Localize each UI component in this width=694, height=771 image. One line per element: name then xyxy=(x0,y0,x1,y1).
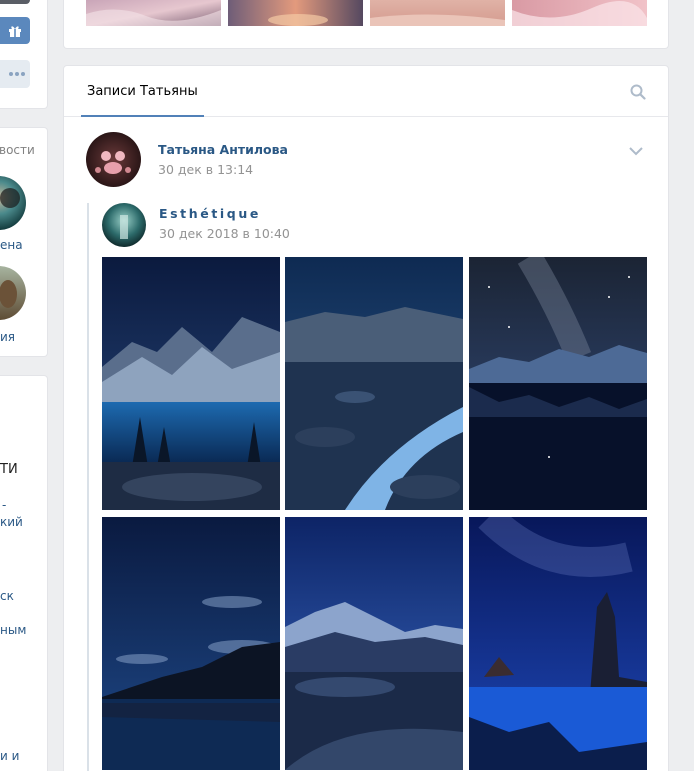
repost-indicator-line xyxy=(87,203,89,771)
more-actions-button[interactable] xyxy=(0,60,30,88)
groups-heading[interactable]: ТИ xyxy=(0,462,18,477)
strip-photo-2[interactable] xyxy=(228,0,363,26)
friend-1-name[interactable]: ена xyxy=(0,238,23,252)
strip-photo-1[interactable] xyxy=(86,0,221,26)
friend-2-name[interactable]: ия xyxy=(0,330,15,344)
group-1-line-1[interactable]: - xyxy=(2,498,6,512)
profile-edit-button[interactable] xyxy=(0,0,30,4)
gift-icon xyxy=(9,25,21,37)
search-icon[interactable] xyxy=(630,84,646,100)
sidebar-groups-card: ТИ - кий ск ным и и xyxy=(0,375,48,771)
post-photo-5[interactable] xyxy=(285,517,463,770)
post-author-name[interactable]: Татьяна Антилова xyxy=(158,142,288,157)
wall-tabs-bar: Записи Татьяны xyxy=(64,66,668,117)
strip-photo-4[interactable] xyxy=(512,0,647,26)
friend-avatar-1[interactable] xyxy=(0,176,26,230)
author-avatar[interactable] xyxy=(86,132,141,187)
strip-photo-3[interactable] xyxy=(370,0,505,26)
friends-card: вости ена ия xyxy=(0,127,48,357)
group-4-name[interactable]: и и xyxy=(0,749,19,763)
more-dots-icon xyxy=(9,72,25,76)
group-3-name[interactable]: ным xyxy=(0,623,26,637)
repost-date[interactable]: 30 дек 2018 в 10:40 xyxy=(159,226,290,241)
repost-source-avatar[interactable] xyxy=(102,203,146,247)
post-photo-1[interactable] xyxy=(102,257,280,510)
chevron-down-icon[interactable] xyxy=(628,146,644,156)
friend-avatar-2[interactable] xyxy=(0,266,26,320)
post-photo-6[interactable] xyxy=(469,517,647,770)
post-photo-4[interactable] xyxy=(102,517,280,770)
gift-button[interactable] xyxy=(0,17,30,44)
repost-source-name[interactable]: Esthétique xyxy=(159,206,261,221)
post-photo-3[interactable] xyxy=(469,257,647,510)
friends-heading[interactable]: вости xyxy=(0,143,35,157)
post-date[interactable]: 30 дек в 13:14 xyxy=(158,162,253,177)
profile-actions-card xyxy=(0,0,48,109)
wall-posts-card: Записи Татьяны Татьяна Антилова 30 дек в… xyxy=(63,65,669,771)
group-1-line-2[interactable]: кий xyxy=(0,515,23,529)
tab-user-posts[interactable]: Записи Татьяны xyxy=(81,66,204,117)
group-2-name[interactable]: ск xyxy=(0,589,14,603)
post-photo-2[interactable] xyxy=(285,257,463,510)
photos-strip-card xyxy=(63,0,669,49)
